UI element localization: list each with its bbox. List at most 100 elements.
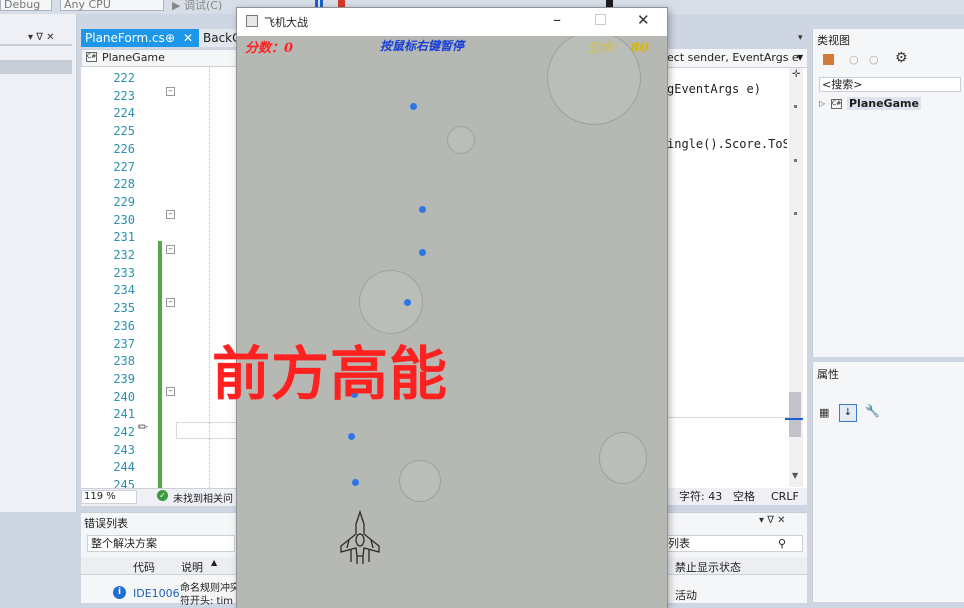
whitespace-mode: 空格 (733, 490, 755, 503)
bullet (404, 299, 411, 306)
left-tool-panel: ▾ ∇ ✕ (0, 14, 77, 512)
class-nav-dropdown[interactable]: C# PlaneGame (81, 49, 239, 67)
error-search-input[interactable]: 列表 ⚲ (667, 535, 803, 552)
panel-divider (0, 44, 72, 46)
line-number: 229 (113, 194, 135, 209)
scope-value: 整个解决方案 (91, 537, 157, 550)
scope-dropdown[interactable]: 整个解决方案 (87, 535, 235, 552)
tree-item-planegame[interactable]: PlaneGame (847, 97, 921, 110)
debug-button[interactable]: ▶ 调试(C) (172, 0, 222, 13)
column-suppression[interactable]: 禁止显示状态 (675, 559, 741, 575)
asteroid (399, 460, 441, 502)
char-position: 字符: 43 (679, 490, 723, 503)
info-icon: i (113, 586, 126, 599)
fold-toggle[interactable]: – (166, 387, 175, 396)
current-line-highlight (667, 417, 789, 418)
game-window[interactable]: 飞机大战 – ✕ 分数：0 按鼠标右键暂停 生命： 80 (237, 8, 667, 608)
zoom-dropdown[interactable]: 119 % (81, 490, 137, 504)
editor-status-right: 字符: 43 空格 CRLF (667, 488, 807, 505)
line-number: 244 (113, 460, 135, 475)
code-line: gEventArgs e) (667, 82, 761, 96)
scroll-marker (794, 105, 797, 108)
panel-title: 类视图 (817, 34, 850, 47)
tab-backgr[interactable]: BackGr (199, 29, 246, 47)
fold-toggle[interactable]: – (166, 298, 175, 307)
split-icon[interactable]: ✛ (792, 69, 800, 80)
bullet (410, 103, 417, 110)
game-titlebar[interactable]: 飞机大战 – ✕ (237, 8, 667, 36)
code-editor-right[interactable]: gEventArgs e) ingle().Score.ToS ✛ ▼ (667, 49, 807, 488)
asteroid (447, 126, 475, 154)
config-value: Debug (4, 0, 41, 11)
line-number: 243 (113, 442, 135, 457)
nav-class-label: PlaneGame (102, 51, 165, 64)
fold-toggle[interactable]: – (166, 245, 175, 254)
expand-icon[interactable]: ▷ (819, 99, 825, 108)
change-tracking-bar (158, 241, 162, 488)
chevron-down-icon: ▼ (797, 53, 804, 62)
config-dropdown[interactable]: Debug (0, 0, 52, 11)
asteroid (599, 432, 647, 484)
line-number: 226 (113, 141, 135, 156)
column-description[interactable]: 说明 (181, 559, 203, 575)
gear-icon[interactable]: ⚙ (895, 50, 908, 66)
line-number: 235 (113, 301, 135, 316)
check-icon: ✓ (157, 490, 168, 501)
wrench-icon[interactable]: 🔧 (865, 404, 880, 418)
zoom-value: 119 % (84, 491, 116, 502)
maximize-button[interactable] (595, 14, 606, 25)
line-number: 223 (113, 88, 135, 103)
play-icon: ▶ (172, 0, 181, 12)
tab-overflow-icon[interactable]: ▾ (798, 29, 807, 47)
overlay-banner: 前方高能 (212, 340, 449, 408)
tab-planeform[interactable]: PlaneForm.cs ⊕ ✕ (81, 29, 199, 47)
fold-toggle[interactable]: – (166, 210, 175, 219)
class-view-settings-icon[interactable] (823, 54, 834, 65)
platform-dropdown[interactable]: Any CPU (60, 0, 164, 11)
scroll-down-icon[interactable]: ▼ (792, 471, 798, 480)
fold-toggle[interactable]: – (166, 87, 175, 96)
panel-controls[interactable]: ▾ ∇ ✕ (759, 515, 785, 526)
app-icon (246, 15, 258, 27)
panel-controls[interactable]: ▾ ∇ ✕ (28, 32, 54, 43)
line-number: 241 (113, 407, 135, 422)
left-panel-selected-row[interactable] (0, 60, 72, 74)
line-number: 222 (113, 71, 135, 85)
game-canvas[interactable]: 分数：0 按鼠标右键暂停 生命： 80 (237, 36, 667, 608)
class-search-input[interactable]: <搜索> (819, 77, 961, 92)
error-code-link[interactable]: IDE1006 (133, 587, 180, 600)
scroll-position-marker (785, 418, 803, 420)
toolbar-icon[interactable] (606, 0, 613, 8)
sort-icon[interactable]: ↓ (839, 404, 857, 422)
error-description-2: 符开头: tim (180, 596, 233, 607)
column-code[interactable]: 代码 (133, 559, 155, 575)
back-icon[interactable]: ○ (849, 53, 859, 66)
vertical-scrollbar[interactable]: ✛ ▼ (785, 67, 803, 487)
member-nav-label: ect sender, EventArgs e (667, 51, 799, 64)
categorized-icon[interactable]: ▦ (819, 406, 829, 419)
line-number: 234 (113, 283, 135, 298)
line-number: 239 (113, 371, 135, 386)
bullet (348, 433, 355, 440)
properties-panel: 属性 ▦ ↓ 🔧 (812, 362, 964, 602)
search-placeholder: 列表 (668, 537, 690, 550)
close-icon[interactable]: ✕ (183, 29, 193, 47)
line-number: 225 (113, 124, 135, 139)
line-number: 224 (113, 106, 135, 121)
search-placeholder: <搜索> (822, 78, 863, 91)
close-button[interactable]: ✕ (637, 11, 650, 29)
stop-icon[interactable] (338, 0, 345, 8)
pin-icon[interactable]: ⊕ (165, 29, 175, 47)
class-icon: C# (86, 52, 97, 62)
scroll-thumb[interactable] (789, 392, 801, 437)
wrench-icon: ✎ (134, 418, 152, 436)
column-header-row-right: 禁止显示状态 (667, 557, 807, 575)
tab-label: PlaneForm.cs (85, 31, 165, 45)
minimize-button[interactable]: – (553, 10, 561, 29)
line-number: 240 (113, 389, 135, 404)
member-nav-dropdown[interactable]: ect sender, EventArgs e ▼ (667, 49, 807, 68)
debug-label: 调试(C) (183, 0, 223, 12)
forward-icon[interactable]: ○ (869, 53, 879, 66)
column-header-row: 代码 说明 ▲ (81, 557, 239, 575)
search-icon[interactable]: ⚲ (778, 536, 786, 551)
